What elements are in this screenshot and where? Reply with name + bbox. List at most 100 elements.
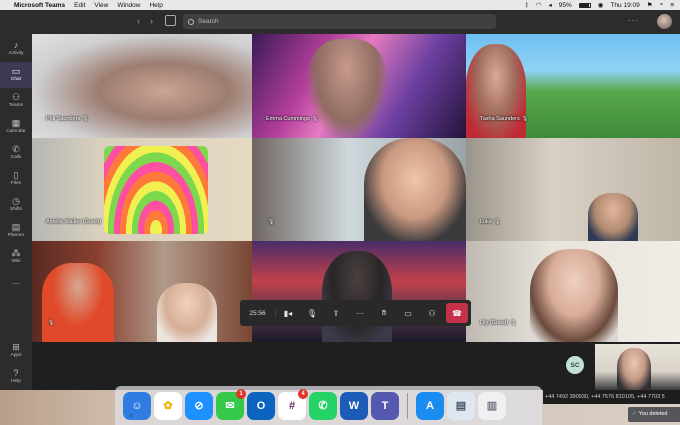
phone-numbers-strip: +44 7492 390930, +44 7576 810105, +44 77…	[543, 390, 680, 404]
bluetooth-icon[interactable]: ᛒ	[525, 2, 529, 9]
more-options-icon[interactable]: ···	[628, 16, 639, 25]
preview-icon[interactable]: ▤	[447, 391, 475, 420]
participant-name-label: Tasha Saunders 🎙︎	[480, 116, 528, 122]
participants-icon[interactable]: ⚇	[420, 300, 444, 326]
rail-item-apps[interactable]: ⊞ Apps	[0, 338, 32, 364]
self-view-video[interactable]	[595, 344, 680, 390]
notification-badge: 1	[236, 388, 246, 399]
finder-icon[interactable]: ☺	[123, 391, 151, 420]
video-tile[interactable]: Lily (Guest) 🎙︎	[466, 241, 680, 342]
spotlight-icon[interactable]: ⌕	[660, 1, 664, 9]
call-timer: 25:56	[240, 309, 276, 317]
rail-item-calls[interactable]: ✆ Calls	[0, 140, 32, 166]
rail-item-shifts[interactable]: ◷ Shifts	[0, 192, 32, 218]
video-tile[interactable]: 🎙︎	[252, 138, 466, 241]
word-icon[interactable]: W	[340, 391, 368, 420]
rail-label: Files	[10, 181, 22, 186]
ellipsis-icon: ···	[11, 278, 21, 288]
participant-figure	[157, 283, 217, 342]
mic-muted-icon: 🎙︎	[510, 320, 517, 326]
new-chat-icon[interactable]	[165, 15, 176, 26]
user-switch-icon[interactable]: ◉	[598, 1, 604, 9]
slack-icon[interactable]: #4	[278, 388, 308, 420]
rail-item-wiki[interactable]: ⁂ Wiki	[0, 244, 32, 270]
participant-figure	[588, 193, 638, 241]
share-screen-icon[interactable]: ⇪	[324, 300, 348, 326]
menu-window[interactable]: Window	[117, 2, 140, 9]
microphone-icon[interactable]: 🎙︎	[300, 300, 324, 326]
rail-item-help[interactable]: ? Help	[0, 364, 32, 390]
rail-item-teams[interactable]: ⚇ Teams	[0, 88, 32, 114]
teams-icon[interactable]: T	[371, 391, 399, 420]
deleted-toast[interactable]: ✓ You deleted	[628, 407, 680, 422]
chat-icon[interactable]: ▭	[396, 300, 420, 326]
video-tile[interactable]: Amelia Walker (Guest)	[32, 138, 252, 241]
video-tile[interactable]: Emma Cummings 🎙︎	[252, 34, 466, 138]
menu-edit[interactable]: Edit	[74, 2, 85, 9]
menu-view[interactable]: View	[94, 2, 108, 9]
control-center-icon[interactable]: ≡	[670, 2, 674, 9]
app-store-icon[interactable]: A	[416, 391, 444, 420]
participant-name-label: Lily (Guest) 🎙︎	[480, 320, 516, 326]
hang-up-icon[interactable]: ☎︎	[446, 303, 468, 323]
phone-icon: ✆	[12, 144, 20, 154]
forward-arrow-icon[interactable]: ›	[150, 16, 153, 26]
mic-muted-icon: 🎙︎	[48, 320, 55, 326]
wifi-icon[interactable]: ◠	[536, 1, 542, 9]
flag-icon[interactable]: ⚑	[647, 1, 653, 9]
rail-item-files[interactable]: ▯ Files	[0, 166, 32, 192]
chat-icon: ▭	[11, 66, 21, 76]
file-icon: ▯	[13, 170, 19, 180]
profile-avatar[interactable]	[657, 14, 672, 29]
mic-muted-icon: 🎙︎	[82, 116, 89, 122]
dock-separator	[407, 392, 408, 419]
teams-header: ‹ › Search ···	[0, 10, 680, 34]
participant-name-label: Phil Saunders 🎙︎	[46, 116, 89, 122]
screen: Microsoft Teams Edit View Window Help ᛒ …	[0, 0, 680, 425]
volume-icon[interactable]: ◂	[549, 1, 552, 9]
video-tile[interactable]: Luke 🎙︎	[466, 138, 680, 241]
safari-icon[interactable]: ⊘	[185, 391, 213, 420]
rail-item-chat[interactable]: ▭ Chat	[0, 62, 32, 88]
rail-item-activity[interactable]: ♪ Activity	[0, 36, 32, 62]
video-tile[interactable]: Phil Saunders 🎙︎	[32, 34, 252, 138]
whatsapp-icon[interactable]: ✆	[309, 391, 337, 420]
check-icon: ✓	[632, 411, 637, 417]
messages-icon[interactable]: ✉ 1	[216, 388, 246, 420]
rainbow-drawing	[104, 146, 208, 234]
more-icon[interactable]: ···	[348, 300, 372, 326]
video-tile[interactable]: Tasha Saunders 🎙︎	[466, 34, 680, 138]
participant-figure	[307, 39, 387, 138]
rail-item-calendar[interactable]: ▦ Calendar	[0, 114, 32, 140]
rail-label: Help	[11, 379, 21, 384]
app-name-menu[interactable]: Microsoft Teams	[14, 2, 65, 9]
rail-label: Apps	[10, 353, 22, 358]
clock[interactable]: Thu 19:09	[610, 2, 639, 9]
outlook-icon[interactable]: O	[247, 391, 275, 420]
participant-name: Amelia Walker (Guest)	[46, 219, 102, 225]
rail-item-planner[interactable]: ▤ Planner	[0, 218, 32, 244]
photos-icon[interactable]: ✿	[154, 391, 182, 420]
search-placeholder: Search	[198, 18, 219, 25]
back-arrow-icon[interactable]: ‹	[137, 16, 140, 26]
camera-icon[interactable]: ▮◂	[276, 300, 300, 326]
search-input[interactable]: Search	[183, 14, 496, 29]
bell-icon: ♪	[13, 40, 19, 50]
video-tile[interactable]	[252, 241, 466, 342]
rail-label: Calls	[10, 155, 22, 160]
call-controls: 25:56 ▮◂ 🎙︎ ⇪ ··· ✋︎ ▭ ⚇ ☎︎	[240, 300, 471, 326]
self-initials-avatar[interactable]: SC	[566, 356, 584, 374]
mic-muted-icon: 🎙︎	[521, 116, 529, 122]
wiki-icon: ⁂	[11, 248, 21, 258]
rail-label: Shifts	[10, 207, 22, 212]
raise-hand-icon[interactable]: ✋︎	[372, 300, 396, 326]
mic-muted-icon: 🎙︎	[493, 219, 501, 225]
video-tile[interactable]: 🎙︎	[32, 241, 252, 342]
planner-icon: ▤	[11, 222, 21, 232]
trash-icon[interactable]: ▥	[478, 391, 506, 420]
battery-icon[interactable]	[578, 2, 591, 8]
participant-name: Emma Cummings	[266, 116, 310, 122]
menu-help[interactable]: Help	[149, 2, 162, 9]
notification-badge: 4	[298, 388, 308, 399]
rail-more-apps[interactable]: ···	[0, 274, 32, 300]
